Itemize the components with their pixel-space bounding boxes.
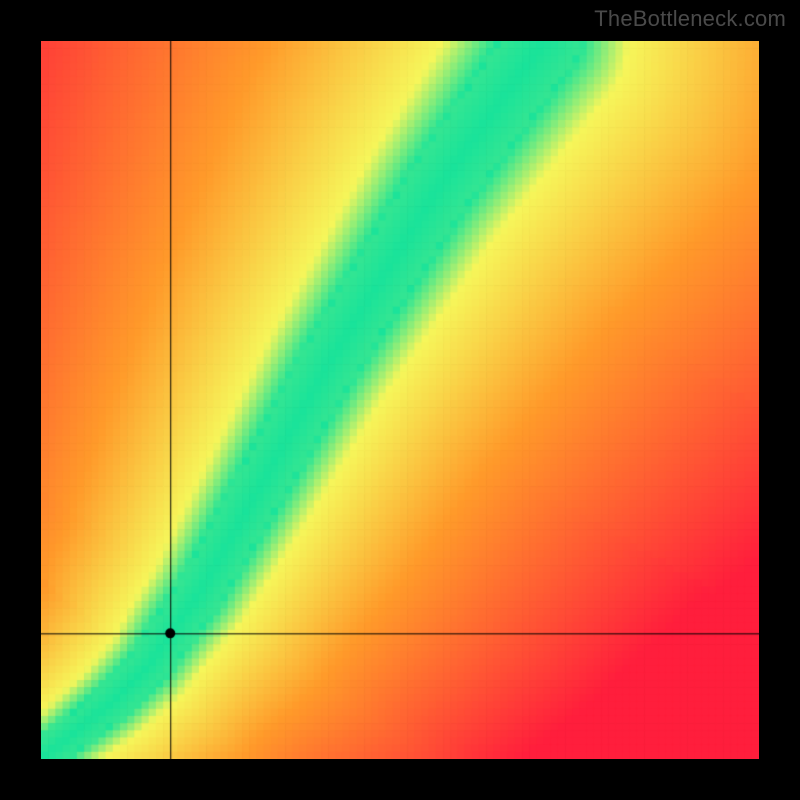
watermark-text: TheBottleneck.com: [594, 6, 786, 32]
plot-area: [41, 41, 759, 759]
chart-frame: TheBottleneck.com: [0, 0, 800, 800]
heatmap-canvas: [41, 41, 759, 759]
